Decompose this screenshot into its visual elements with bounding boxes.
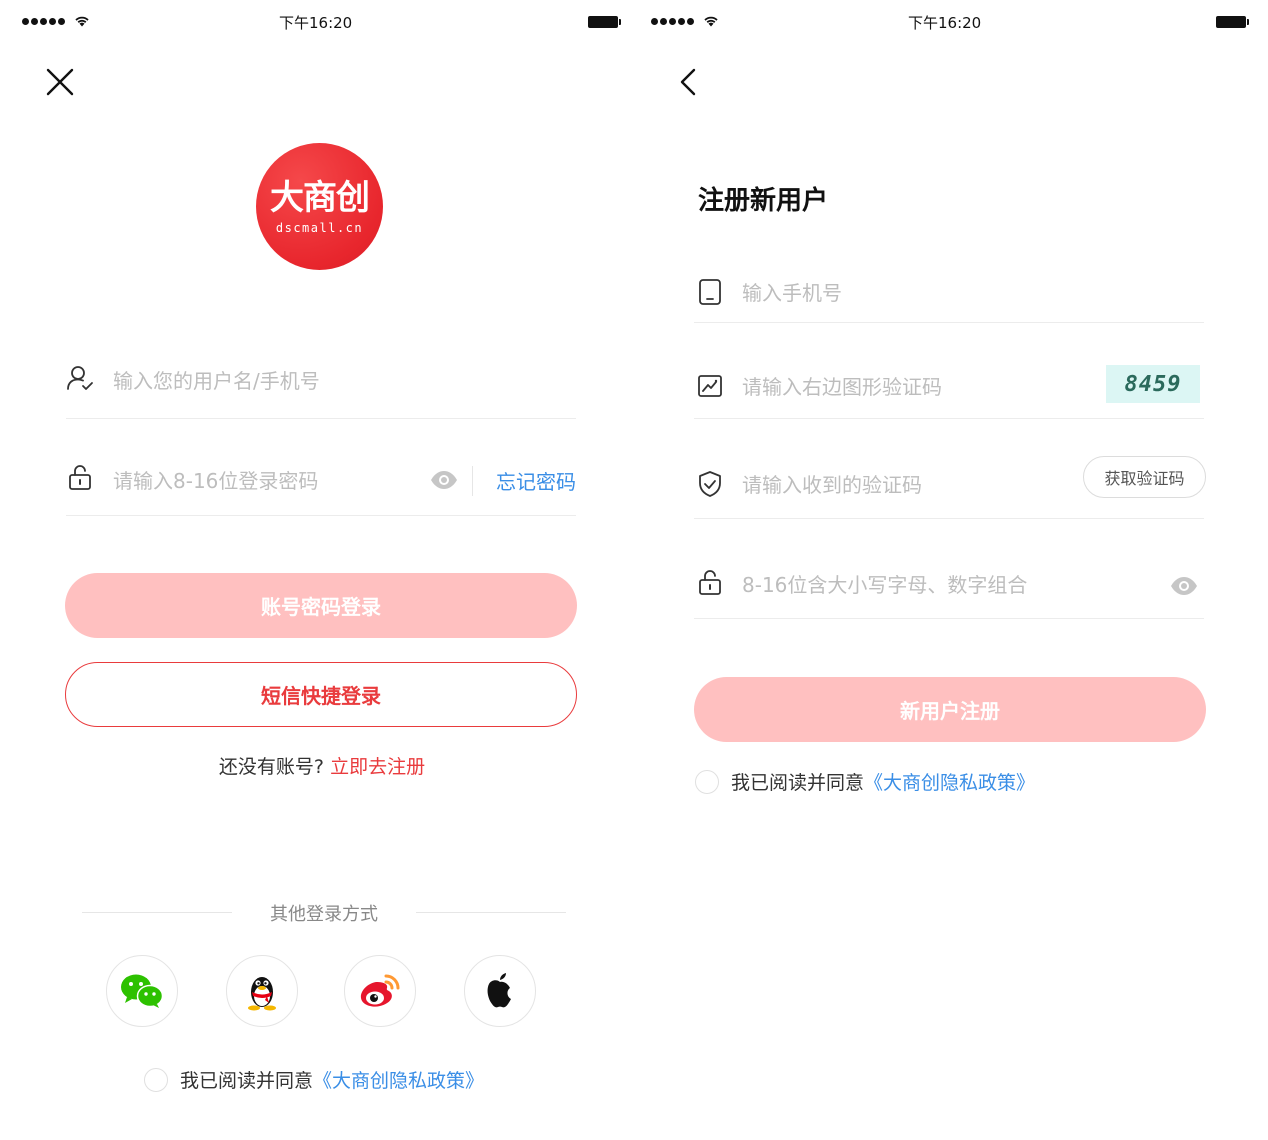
phone-field: [694, 258, 1204, 323]
divider-line-right: [416, 912, 566, 913]
password-field: [694, 550, 1204, 619]
status-bar: 下午16:20: [634, 0, 1268, 42]
field-separator: [472, 466, 473, 496]
register-prompt-row: 还没有账号? 立即去注册: [0, 752, 644, 779]
sms-login-button[interactable]: 短信快捷登录: [65, 662, 577, 727]
wifi-icon: [75, 16, 89, 27]
register-screen: 下午16:20 注册新用户 8459 获取验证码: [634, 0, 1268, 1140]
battery-icon: [588, 16, 621, 28]
username-input[interactable]: [113, 366, 553, 396]
logo-text-cn: 大商创: [270, 177, 370, 218]
qq-icon: [248, 977, 276, 1011]
phone-icon: [699, 279, 721, 305]
register-link[interactable]: 立即去注册: [330, 756, 425, 778]
status-bar: 下午16:20: [0, 0, 634, 42]
privacy-agree-row: 我已阅读并同意 《大商创隐私政策》: [695, 768, 1035, 795]
shield-check-icon: [699, 471, 721, 497]
password-input[interactable]: [113, 466, 413, 496]
password-field: 忘记密码: [66, 446, 576, 516]
lock-icon: [69, 465, 91, 490]
register-submit-button[interactable]: 新用户注册: [694, 677, 1206, 742]
privacy-agree-row: 我已阅读并同意 《大商创隐私政策》: [144, 1066, 484, 1093]
logo-text-en: dscmall.cn: [275, 220, 364, 235]
get-code-button[interactable]: 获取验证码: [1083, 456, 1206, 498]
forgot-password-link[interactable]: 忘记密码: [496, 466, 576, 495]
privacy-agree-radio[interactable]: [144, 1067, 168, 1092]
status-time: 下午16:20: [279, 14, 353, 32]
qq-login-button[interactable]: [226, 955, 298, 1027]
other-login-divider: 其他登录方式: [82, 898, 566, 926]
privacy-agree-text: 我已阅读并同意: [180, 1070, 314, 1092]
apple-icon: [487, 973, 511, 1008]
captcha-image[interactable]: 8459: [1106, 365, 1200, 403]
status-time: 下午16:20: [908, 14, 982, 32]
wechat-icon: [121, 974, 164, 1008]
apple-login-button[interactable]: [464, 955, 536, 1027]
image-captcha-icon: [698, 375, 722, 397]
weibo-login-button[interactable]: [344, 955, 416, 1027]
eye-icon[interactable]: [1170, 576, 1198, 596]
username-field: [66, 346, 576, 419]
phone-input[interactable]: [742, 278, 1182, 308]
privacy-agree-radio[interactable]: [695, 769, 719, 794]
weibo-icon: [360, 974, 400, 1007]
lock-icon: [699, 570, 721, 595]
login-screen: 下午16:20 大商创 dscmall.cn 忘记密码 账号: [0, 0, 634, 1140]
user-icon: [67, 366, 93, 390]
back-icon[interactable]: [674, 66, 706, 98]
signal-icon: [651, 14, 719, 29]
other-login-label: 其他登录方式: [270, 904, 378, 925]
privacy-policy-link[interactable]: 《大商创隐私政策》: [313, 1066, 484, 1093]
captcha-input[interactable]: [742, 372, 1082, 402]
new-password-input[interactable]: [742, 570, 1142, 600]
eye-icon[interactable]: [430, 470, 458, 490]
signal-icon: [22, 14, 90, 29]
privacy-agree-text: 我已阅读并同意: [731, 772, 865, 794]
app-logo: 大商创 dscmall.cn: [256, 143, 383, 270]
captcha-code: 8459: [1124, 371, 1182, 397]
battery-icon: [1216, 16, 1249, 28]
sms-code-input[interactable]: [742, 470, 1062, 500]
privacy-policy-link[interactable]: 《大商创隐私政策》: [864, 768, 1035, 795]
account-login-button[interactable]: 账号密码登录: [65, 573, 577, 638]
register-prompt: 还没有账号?: [218, 756, 325, 778]
wifi-icon: [704, 16, 718, 27]
wechat-login-button[interactable]: [106, 955, 178, 1027]
page-title: 注册新用户: [698, 186, 829, 216]
close-icon[interactable]: [44, 66, 76, 98]
